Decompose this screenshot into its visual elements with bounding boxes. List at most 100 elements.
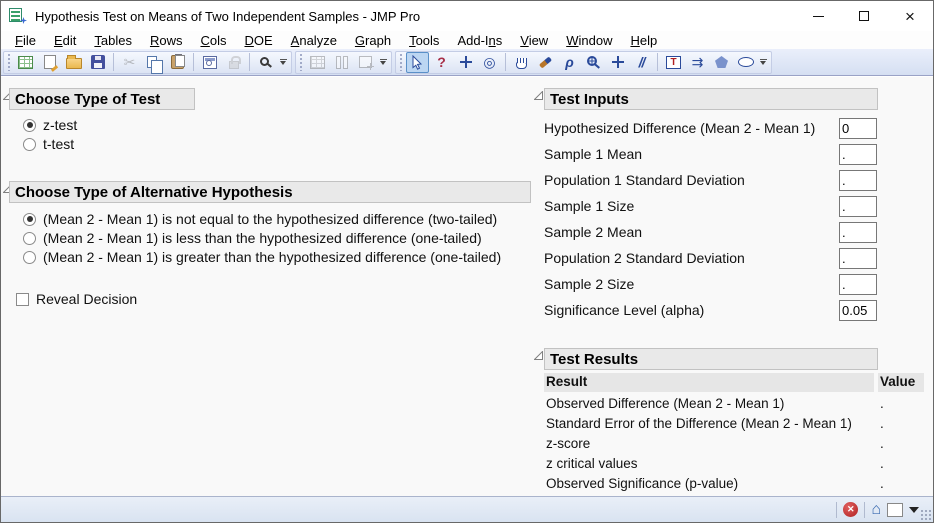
sample1-size-input[interactable] [839,196,877,217]
toolbar-group-file: ✂ [3,51,292,74]
window-properties-button[interactable] [198,52,221,73]
grabber-tool-button[interactable] [510,52,533,73]
lock-button[interactable] [222,52,245,73]
radio-greater-than[interactable]: (Mean 2 - Mean 1) is greater than the hy… [23,248,501,266]
hand-icon [516,62,527,69]
field-label: Population 2 Standard Deviation [544,248,745,269]
menu-item-doe[interactable]: DOE [235,33,281,48]
field-label: Hypothesized Difference (Mean 2 - Mean 1… [544,118,815,139]
toolbar-group-tools: ? ◎ ρ // T ⇉ [395,51,772,74]
arrow-tool-button[interactable] [406,52,429,73]
polygon-annotation-button[interactable] [710,52,733,73]
new-journal-button[interactable] [38,52,61,73]
cut-button[interactable]: ✂ [118,52,141,73]
menu-item-edit[interactable]: Edit [45,33,85,48]
disclosure-icon[interactable] [534,351,543,360]
toolbar-grip[interactable] [399,53,403,71]
selection-tool-button[interactable]: ◎ [478,52,501,73]
oval-annotation-button[interactable] [734,52,757,73]
radio-t-test[interactable]: t-test [23,135,74,153]
disclosure-icon[interactable] [534,91,543,100]
statusbar-separator [864,502,865,518]
open-button[interactable] [62,52,85,73]
paste-button[interactable] [166,52,189,73]
data-table-button[interactable] [306,52,329,73]
field-label: Sample 2 Mean [544,222,642,243]
maximize-button[interactable] [841,1,887,31]
radio-z-test[interactable]: z-test [23,116,77,134]
results-table: Result Value Observed Difference (Mean 2… [544,373,926,494]
help-tool-button[interactable]: ? [430,52,453,73]
resize-grip[interactable] [920,509,931,520]
toolbar-overflow-dropdown[interactable] [278,59,288,65]
save-button[interactable] [86,52,109,73]
paste-icon [171,55,184,69]
jmp-window: Hypothesis Test on Means of Two Independ… [0,0,934,523]
sample2-size-input[interactable] [839,274,877,295]
menu-item-graph[interactable]: Graph [346,33,400,48]
zoom-tool-button[interactable] [582,52,605,73]
oval-icon [738,57,754,67]
window-list-dropdown[interactable] [909,507,919,513]
copy-button[interactable] [142,52,165,73]
toolbar-separator [505,53,506,71]
menu-item-rows[interactable]: Rows [141,33,192,48]
brush-tool-button[interactable] [534,52,557,73]
section-title-test-inputs[interactable]: Test Inputs [544,88,878,110]
minimize-button[interactable] [795,1,841,31]
section-title-alt-hypothesis[interactable]: Choose Type of Alternative Hypothesis [9,181,531,203]
stop-button[interactable]: ✕ [843,502,858,517]
toolbar-grip[interactable] [7,53,11,71]
move-crosshair-icon [460,56,472,68]
population2-sd-input[interactable] [839,248,877,269]
result-label: Observed Difference (Mean 2 - Mean 1) [544,394,878,414]
cut-icon: ✂ [124,55,136,69]
menu-item-cols[interactable]: Cols [191,33,235,48]
move-tool-button[interactable] [454,52,477,73]
radio-less-than[interactable]: (Mean 2 - Mean 1) is less than the hypot… [23,229,482,247]
menu-item-analyze[interactable]: Analyze [282,33,346,48]
radio-unselected-icon [23,138,36,151]
column-info-button[interactable] [330,52,353,73]
arrow-annotation-button[interactable]: ⇉ [686,52,709,73]
toolbar-overflow-dropdown[interactable] [378,59,388,65]
menu-item-file[interactable]: File [6,33,45,48]
hypothesized-difference-input[interactable] [839,118,877,139]
search-button[interactable] [254,52,277,73]
alpha-input[interactable] [839,300,877,321]
crosshair-tool-button[interactable] [606,52,629,73]
toolbar-grip[interactable] [299,53,303,71]
column-header-result: Result [544,373,874,392]
home-window-button[interactable]: ⌂ [871,502,881,518]
sample2-mean-input[interactable] [839,222,877,243]
new-data-table-button[interactable] [14,52,37,73]
menu-item-view[interactable]: View [511,33,557,48]
radio-label: (Mean 2 - Mean 1) is less than the hypot… [43,230,482,246]
jmp-report-icon [9,8,27,24]
menu-item-addins[interactable]: Add-Ins [448,33,511,48]
section-title-test-type[interactable]: Choose Type of Test [9,88,195,110]
new-data-table-icon [18,56,33,69]
line-tool-button[interactable]: // [630,52,653,73]
text-annotation-button[interactable]: T [662,52,685,73]
copy-icon [147,56,157,68]
reveal-decision-checkbox[interactable]: Reveal Decision [16,290,137,308]
lasso-tool-button[interactable]: ρ [558,52,581,73]
menu-item-help[interactable]: Help [621,33,666,48]
toolbar-overflow-dropdown[interactable] [758,59,768,65]
add-graph-button[interactable] [354,52,377,73]
lasso-icon: ρ [565,55,573,69]
radio-label: (Mean 2 - Mean 1) is not equal to the hy… [43,211,497,227]
menu-item-window[interactable]: Window [557,33,621,48]
population1-sd-input[interactable] [839,170,877,191]
target-icon: ◎ [483,55,495,69]
menu-item-tables[interactable]: Tables [85,33,141,48]
sample1-mean-input[interactable] [839,144,877,165]
radio-not-equal[interactable]: (Mean 2 - Mean 1) is not equal to the hy… [23,210,497,228]
save-icon [91,55,105,69]
section-title-test-results[interactable]: Test Results [544,348,878,370]
close-button[interactable]: × [887,1,933,31]
chevron-down-icon [760,61,766,65]
menu-item-tools[interactable]: Tools [400,33,448,48]
window-color-swatch[interactable] [887,503,903,517]
